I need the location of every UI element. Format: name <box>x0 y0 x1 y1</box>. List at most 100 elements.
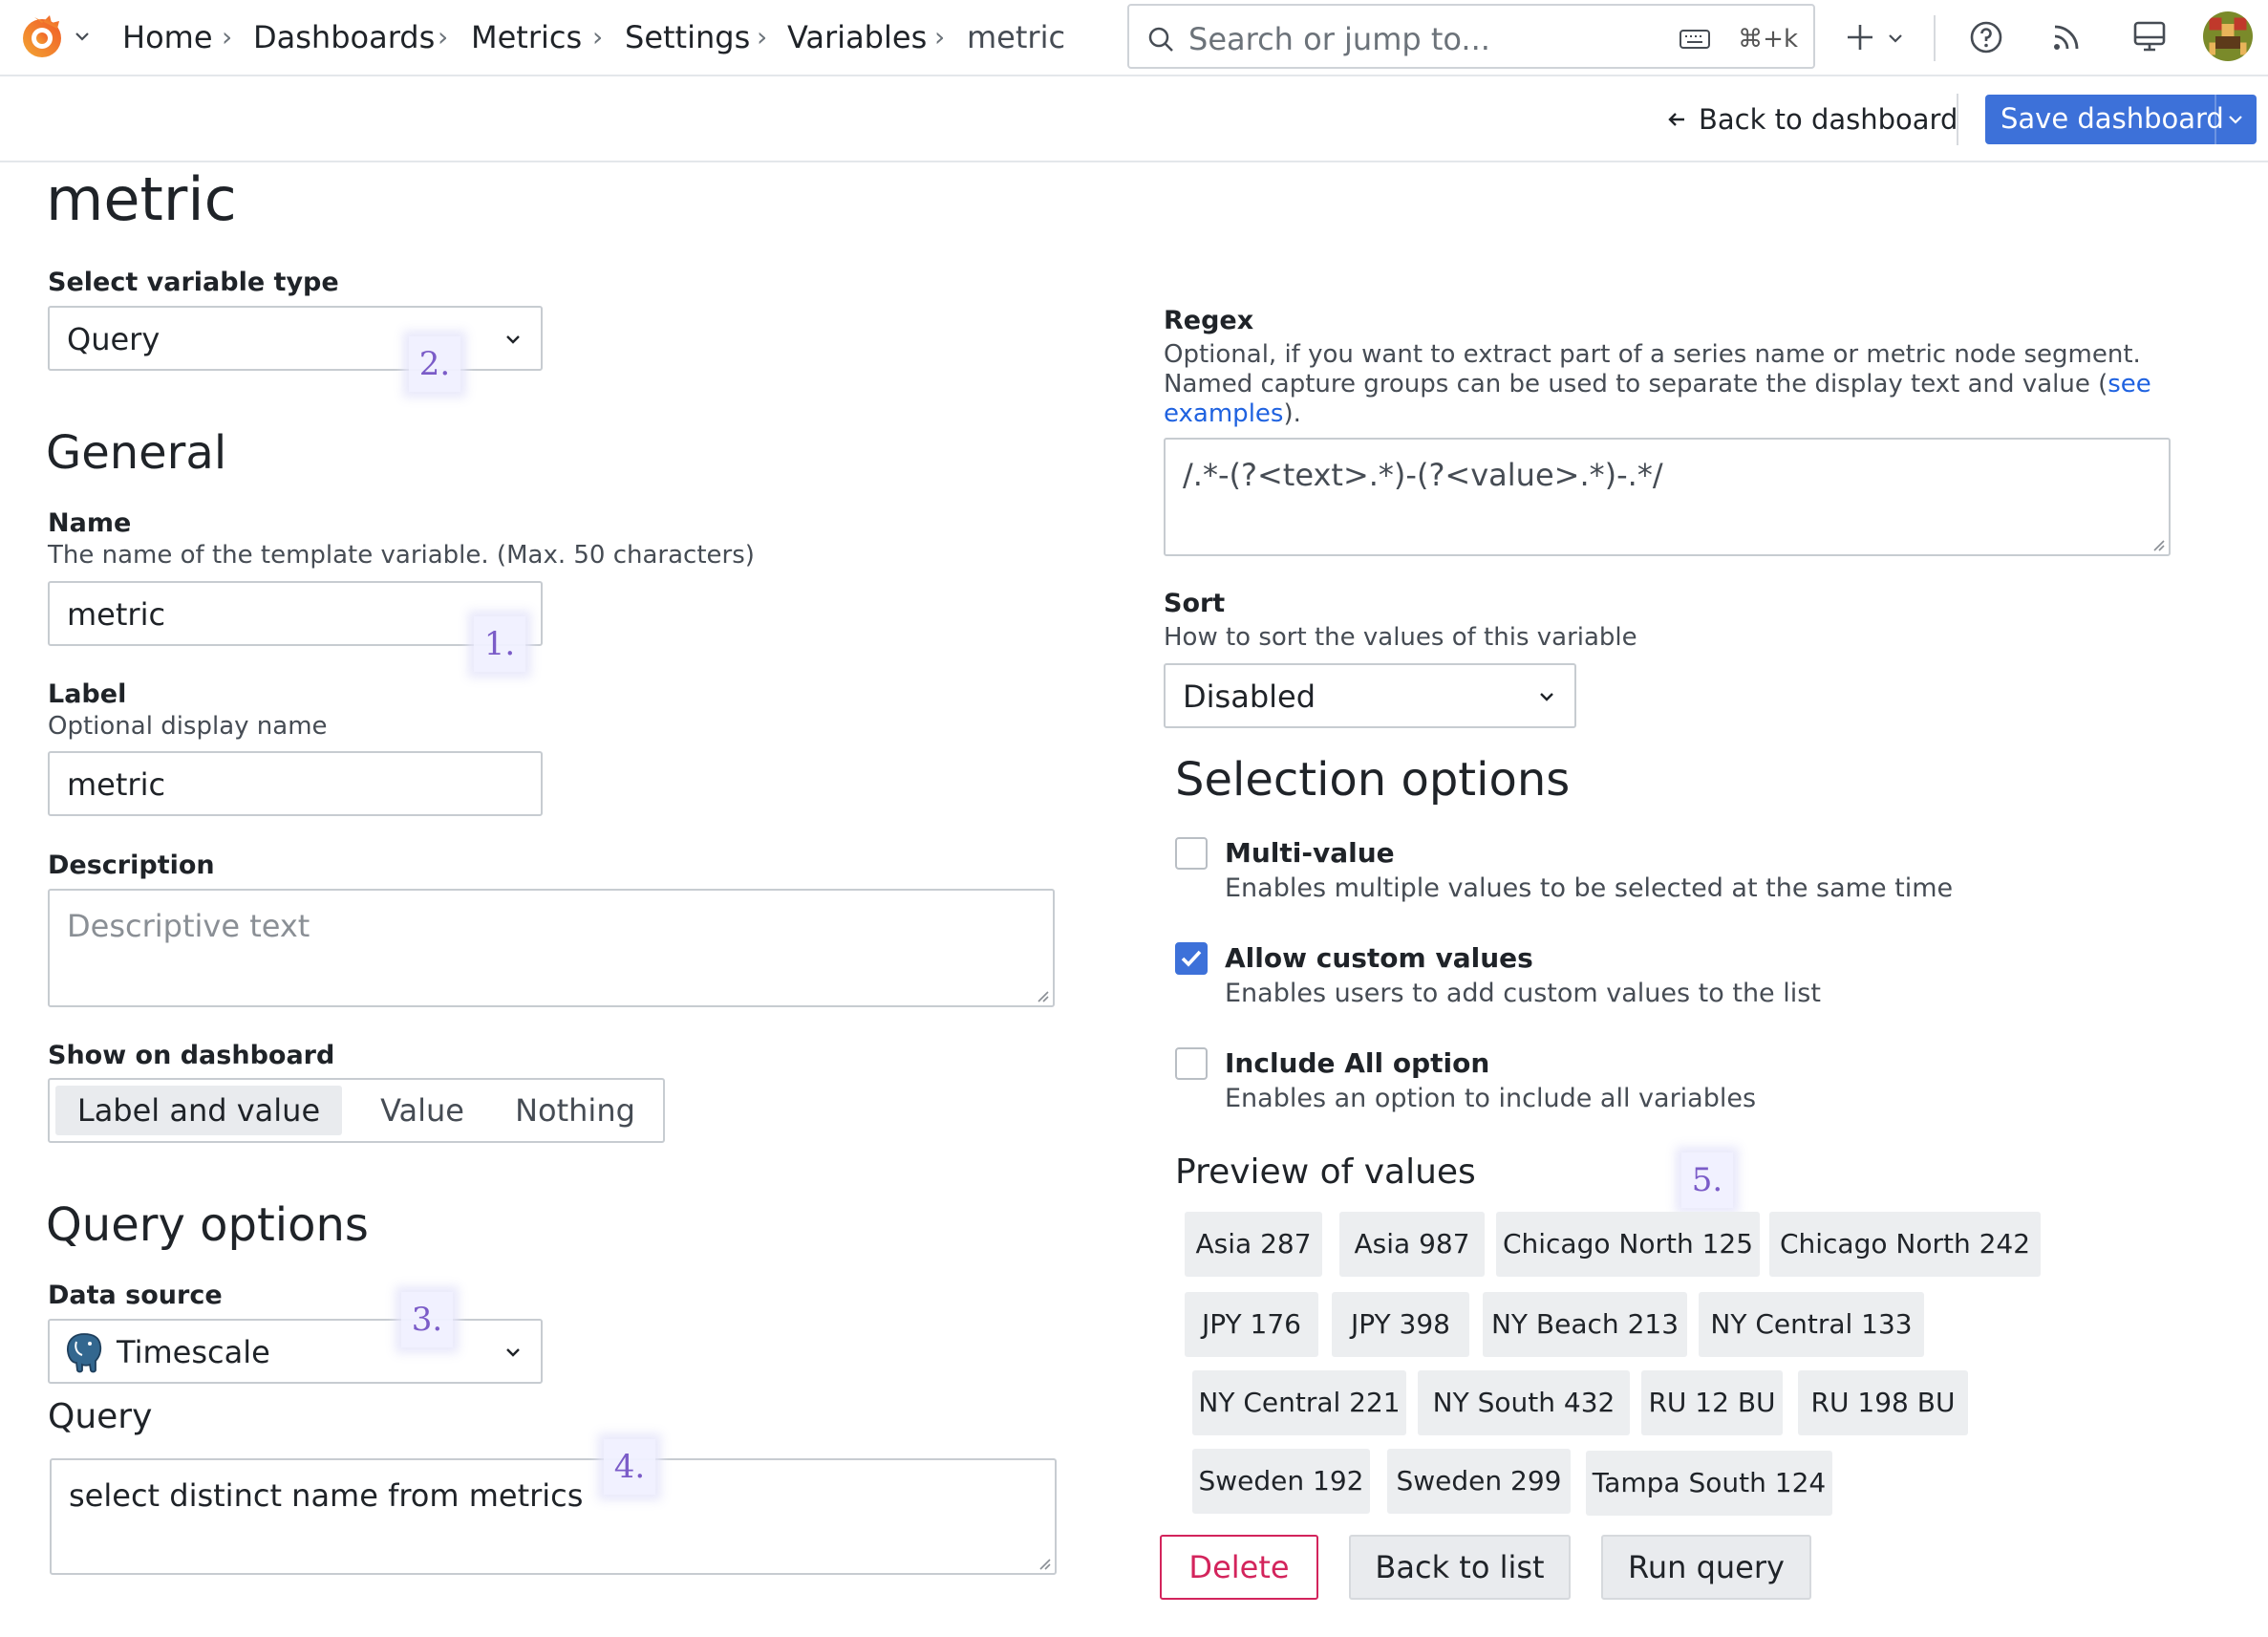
label-label: Label <box>48 679 127 709</box>
checkmark-icon <box>1181 950 1202 967</box>
delete-button[interactable]: Delete <box>1160 1535 1318 1600</box>
toolbar: Back to dashboard Save dashboard <box>0 76 2268 162</box>
show-on-dashboard-radio-group: Label and value Value Nothing <box>48 1078 665 1143</box>
query-value: select distinct name from metrics <box>69 1477 584 1514</box>
general-heading: General <box>46 426 227 480</box>
name-input[interactable]: metric <box>48 581 543 646</box>
description-textarea[interactable]: Descriptive text <box>48 889 1055 1007</box>
regex-label: Regex <box>1164 306 1254 335</box>
preview-value-chip: RU 198 BU <box>1798 1370 1968 1435</box>
variable-type-select[interactable]: Query <box>48 306 543 371</box>
preview-heading: Preview of values <box>1175 1152 1476 1192</box>
back-to-list-button[interactable]: Back to list <box>1349 1535 1571 1600</box>
multi-value-checkbox[interactable] <box>1175 837 1208 870</box>
kiosk-monitor-icon[interactable] <box>2132 19 2167 54</box>
preview-value-chip: Asia 987 <box>1339 1212 1485 1277</box>
data-source-label: Data source <box>48 1281 223 1310</box>
rss-news-icon[interactable] <box>2050 21 2083 54</box>
allow-custom-values-title: Allow custom values <box>1225 942 1533 974</box>
breadcrumb-home[interactable]: Home <box>122 19 213 55</box>
label-description: Optional display name <box>48 712 328 741</box>
name-description: The name of the template variable. (Max.… <box>48 541 755 570</box>
preview-value-chip: JPY 398 <box>1332 1292 1469 1357</box>
annotation-marker-1: 1. <box>474 616 525 672</box>
search-input[interactable]: Search or jump to... ⌘+k <box>1127 4 1815 69</box>
preview-value-chip: Sweden 299 <box>1387 1449 1571 1514</box>
save-dashboard-label: Save dashboard <box>2001 102 2224 135</box>
chevron-down-icon <box>503 329 524 350</box>
back-to-dashboard-button[interactable]: Back to dashboard <box>1662 99 1958 143</box>
preview-value-chip: NY Central 221 <box>1192 1370 1406 1435</box>
chevron-down-icon[interactable] <box>1886 29 1905 48</box>
add-icon[interactable] <box>1844 21 1876 54</box>
include-all-description: Enables an option to include all variabl… <box>1225 1084 1757 1113</box>
preview-value-chip: Chicago North 125 <box>1496 1212 1760 1277</box>
show-on-dashboard-label: Show on dashboard <box>48 1041 335 1070</box>
breadcrumb-metrics[interactable]: Metrics <box>471 19 582 55</box>
regex-description-end: ). <box>1283 399 1301 428</box>
annotation-marker-4: 4. <box>604 1439 655 1495</box>
preview-value-chip: Asia 287 <box>1185 1212 1322 1277</box>
resize-handle-icon[interactable] <box>1036 988 1049 1002</box>
sort-select[interactable]: Disabled <box>1164 663 1576 728</box>
breadcrumb-separator: › <box>934 21 946 53</box>
allow-custom-values-checkbox[interactable] <box>1175 942 1208 975</box>
annotation-marker-3: 3. <box>401 1292 453 1347</box>
save-dashboard-button[interactable]: Save dashboard <box>1985 95 2257 144</box>
save-options-divider <box>2215 95 2216 144</box>
label-input[interactable]: metric <box>48 751 543 816</box>
chevron-down-icon <box>1536 686 1557 707</box>
grafana-logo-icon[interactable] <box>15 10 69 63</box>
preview-value-chip: Tampa South 124 <box>1586 1451 1832 1516</box>
query-editor[interactable]: select distinct name from metrics <box>50 1458 1057 1575</box>
sort-label: Sort <box>1164 589 1226 618</box>
name-value: metric <box>67 596 166 633</box>
resize-handle-icon[interactable] <box>2151 537 2165 551</box>
breadcrumb-separator: › <box>438 21 449 53</box>
option-nothing[interactable]: Nothing <box>499 1086 652 1135</box>
query-options-heading: Query options <box>46 1198 369 1252</box>
top-navigation-bar: Home › Dashboards › Metrics › Settings ›… <box>0 0 2268 76</box>
description-placeholder: Descriptive text <box>67 908 310 944</box>
chevron-down-icon[interactable] <box>73 27 92 46</box>
regex-description-line1: Optional, if you want to extract part of… <box>1164 340 2141 369</box>
help-icon[interactable] <box>1968 19 2004 55</box>
sort-value: Disabled <box>1183 678 1316 715</box>
see-examples-link-part1[interactable]: see <box>2108 370 2151 398</box>
name-label: Name <box>48 508 132 538</box>
preview-value-chip: Sweden 192 <box>1192 1449 1370 1514</box>
annotation-marker-2: 2. <box>409 336 460 392</box>
breadcrumb-separator: › <box>757 21 768 53</box>
breadcrumb-settings[interactable]: Settings <box>625 19 750 55</box>
search-shortcut: ⌘+k <box>1738 25 1798 54</box>
run-query-button[interactable]: Run query <box>1601 1535 1811 1600</box>
query-heading: Query <box>48 1397 153 1436</box>
option-label-and-value[interactable]: Label and value <box>55 1086 342 1135</box>
preview-value-chip: RU 12 BU <box>1641 1370 1783 1435</box>
preview-value-chip: NY Beach 213 <box>1483 1292 1687 1357</box>
regex-value: /.*-(?<text>.*)-(?<value>.*)-.*/ <box>1183 457 1663 493</box>
annotation-marker-5: 5. <box>1681 1152 1733 1208</box>
see-examples-link-part2[interactable]: examples <box>1164 399 1283 428</box>
regex-textarea[interactable]: /.*-(?<text>.*)-(?<value>.*)-.*/ <box>1164 438 2171 556</box>
breadcrumb-variables[interactable]: Variables <box>787 19 927 55</box>
variable-type-label: Select variable type <box>48 268 339 297</box>
option-value[interactable]: Value <box>355 1086 489 1135</box>
description-label: Description <box>48 851 215 880</box>
breadcrumb-dashboards[interactable]: Dashboards <box>253 19 435 55</box>
include-all-title: Include All option <box>1225 1047 1490 1079</box>
multi-value-title: Multi-value <box>1225 837 1395 869</box>
postgresql-elephant-icon <box>63 1330 105 1374</box>
search-placeholder: Search or jump to... <box>1188 21 1490 57</box>
arrow-left-icon <box>1666 109 1687 130</box>
avatar[interactable] <box>2203 11 2253 61</box>
data-source-select[interactable]: Timescale <box>48 1319 543 1384</box>
resize-handle-icon[interactable] <box>1038 1556 1051 1570</box>
include-all-checkbox[interactable] <box>1175 1047 1208 1080</box>
divider <box>1934 15 1936 61</box>
page-title: metric <box>46 164 237 234</box>
preview-value-chip: NY Central 133 <box>1699 1292 1924 1357</box>
chevron-down-icon[interactable] <box>2226 110 2245 129</box>
sort-description: How to sort the values of this variable <box>1164 623 1637 652</box>
regex-description-line2: Named capture groups can be used to sepa… <box>1164 370 2151 398</box>
